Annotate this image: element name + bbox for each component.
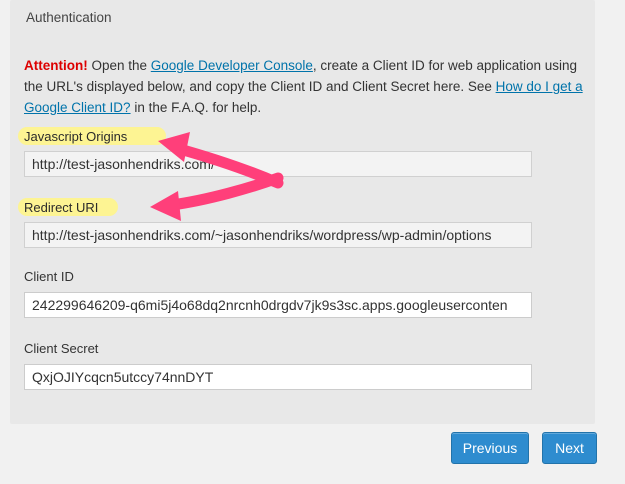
client-secret-input[interactable]: QxjOJIYcqcn5utccy74nnDYT — [24, 364, 532, 390]
attention-label: Attention! — [24, 58, 88, 73]
redirect-uri-label: Redirect URI — [24, 200, 99, 215]
redirect-uri-field[interactable]: http://test-jasonhendriks.com/~jasonhend… — [24, 222, 532, 248]
notice-text-1: Open the — [87, 58, 151, 73]
client-id-label: Client ID — [24, 269, 74, 284]
google-developer-console-link[interactable]: Google Developer Console — [151, 58, 313, 73]
javascript-origins-label: Javascript Origins — [24, 129, 128, 144]
page: Authentication Attention! Open the Googl… — [0, 0, 625, 484]
client-id-input[interactable]: 242299646209-q6mi5j4o68dq2nrcnh0drgdv7jk… — [24, 292, 532, 318]
notice-text-3: in the F.A.Q. for help. — [130, 100, 262, 115]
client-secret-label: Client Secret — [24, 341, 99, 356]
javascript-origins-field[interactable]: http://test-jasonhendriks.com/ — [24, 151, 532, 177]
panel-title: Authentication — [26, 10, 112, 25]
next-button[interactable]: Next — [542, 432, 597, 464]
previous-button[interactable]: Previous — [451, 432, 529, 464]
instructions-notice: Attention! Open the Google Developer Con… — [24, 55, 584, 118]
